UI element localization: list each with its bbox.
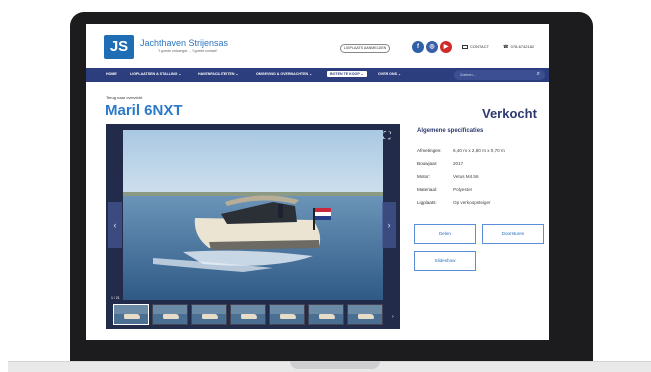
phone-icon: ☎ (503, 44, 509, 49)
youtube-icon[interactable]: ▶ (440, 41, 452, 53)
thumbnail[interactable] (269, 304, 305, 325)
spec-label: Bouwjaar: (417, 161, 438, 166)
spec-value: Op verkoopsteiger (453, 200, 491, 205)
spec-value: Vetus M4.56 (453, 174, 479, 179)
nav-item-omgeving[interactable]: OMGEVING & OVERNACHTEN ⌄ (256, 72, 312, 76)
stage: JS Jachthaven Strijensas "t goede ontvan… (0, 0, 651, 372)
thumbnail[interactable] (113, 304, 149, 325)
phone-number: 078-6742182 (510, 44, 535, 49)
thumbnail[interactable] (308, 304, 344, 325)
thumbnail-next-icon[interactable]: › (392, 314, 394, 320)
login-button[interactable]: LIGPLAATS AANMELDEN (340, 44, 390, 53)
main-nav: HOME LIGPLAATSEN & STALLING ⌄ HAVENFACIL… (86, 68, 549, 82)
photo-gallery: ⛶ ‹ › 1 / 21 › (106, 124, 400, 329)
brand-tagline: "t goede ontvangst ... 't goede contact" (158, 49, 218, 53)
screen: JS Jachthaven Strijensas "t goede ontvan… (86, 24, 549, 340)
boat-photo (123, 130, 383, 300)
contact-link[interactable]: CONTACT (462, 44, 489, 49)
spec-value: 6,40 m x 2,60 m x 0,70 m (453, 148, 505, 153)
thumbnail-strip (113, 304, 395, 325)
page-title: Maril 6NXT (105, 102, 183, 119)
thumbnail[interactable] (152, 304, 188, 325)
search-input[interactable]: Zoeken... ⌕ (454, 70, 545, 80)
next-arrow-icon[interactable]: › (382, 202, 396, 248)
search-placeholder: Zoeken... (460, 73, 476, 77)
logo-text: JS (109, 38, 129, 55)
photo-counter: 1 / 21 (111, 296, 120, 300)
site-logo[interactable]: JS (104, 35, 134, 59)
laptop-notch (290, 361, 380, 369)
spec-label: Ligplaats: (417, 200, 437, 205)
prev-arrow-icon[interactable]: ‹ (108, 202, 122, 248)
forward-button[interactable]: Doorsturen (482, 224, 544, 244)
facebook-icon[interactable]: f (412, 41, 424, 53)
back-link[interactable]: Terug naar overzicht (106, 95, 142, 100)
contact-label: CONTACT (470, 44, 490, 49)
thumbnail[interactable] (191, 304, 227, 325)
slideshow-button[interactable]: Slideshow (414, 251, 476, 271)
main-photo[interactable] (123, 130, 383, 300)
spec-value: 2017 (453, 161, 464, 166)
nav-item-ligplaatsen[interactable]: LIGPLAATSEN & STALLING ⌄ (130, 72, 181, 76)
share-button[interactable]: Delen (414, 224, 476, 244)
spec-label: Materiaal: (417, 187, 438, 192)
instagram-icon[interactable]: ◎ (426, 41, 438, 53)
thumbnail[interactable] (347, 304, 383, 325)
search-icon[interactable]: ⌕ (537, 71, 540, 78)
nav-item-boten-te-koop[interactable]: BOTEN TE KOOP ⌄ (327, 71, 367, 77)
site-header: JS Jachthaven Strijensas "t goede ontvan… (86, 24, 549, 68)
nav-item-havenfaciliteiten[interactable]: HAVENFACILITEITEN ⌄ (198, 72, 238, 76)
specs-title: Algemene specificaties (417, 128, 484, 134)
phone-link[interactable]: ☎ 078-6742182 (503, 44, 534, 50)
specs-panel: Algemene specificaties Afmetingen: 6,40 m… (417, 128, 547, 205)
thumbnail[interactable] (230, 304, 266, 325)
spec-label: Afmetingen: (417, 148, 442, 153)
status-badge: Verkocht (482, 106, 537, 121)
spec-label: Motor: (417, 174, 431, 179)
spec-value: Polyester (453, 187, 473, 192)
fullscreen-icon[interactable]: ⛶ (381, 131, 393, 143)
mail-icon (462, 44, 468, 49)
brand-name[interactable]: Jachthaven Strijensas (140, 38, 228, 48)
nav-item-home[interactable]: HOME (106, 72, 117, 76)
nav-item-over-ons[interactable]: OVER ONS ⌄ (378, 72, 401, 76)
